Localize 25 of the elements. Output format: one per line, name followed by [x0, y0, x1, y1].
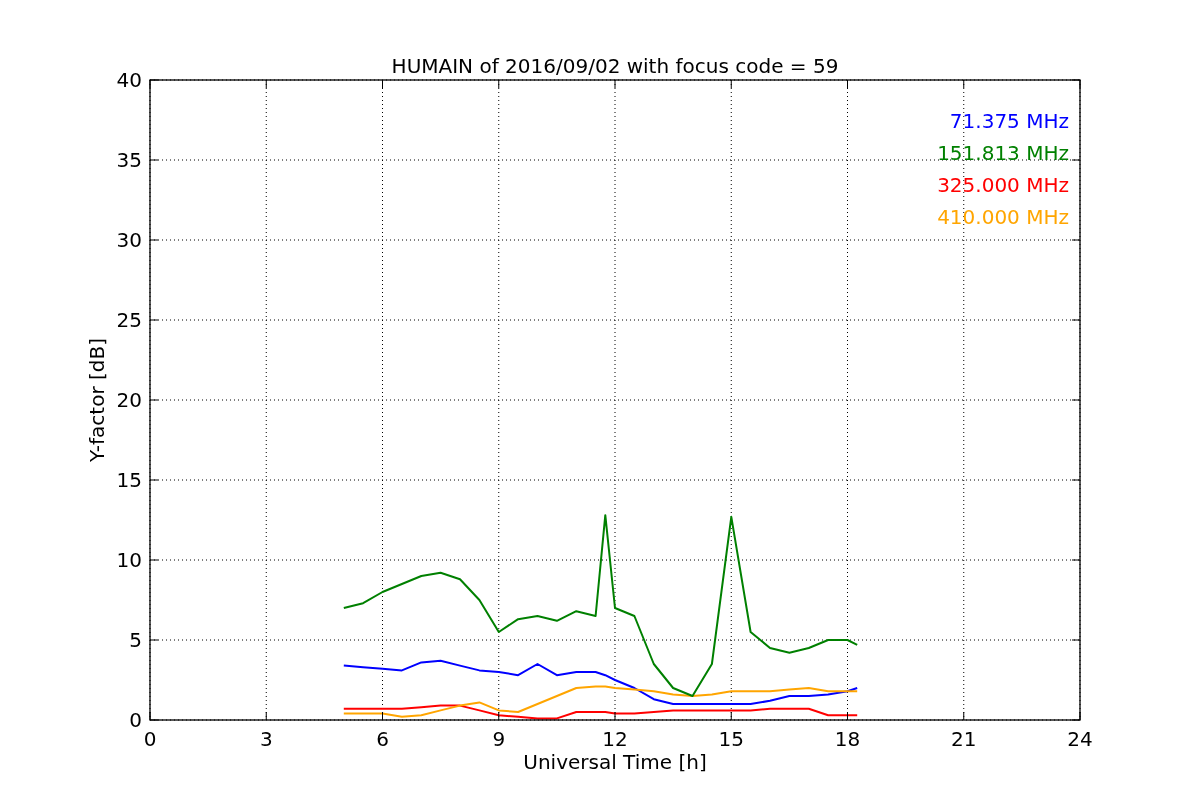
- x-tick-label: 3: [259, 727, 273, 751]
- x-tick-label: 15: [718, 727, 744, 751]
- y-tick-label: 20: [116, 388, 142, 412]
- x-tick-label: 21: [951, 727, 977, 751]
- x-tick-label: 18: [834, 727, 861, 751]
- x-tick-label: 9: [492, 727, 506, 751]
- y-tick-label: 40: [116, 68, 142, 92]
- x-tick-label: 24: [1067, 727, 1093, 751]
- x-tick-label: 0: [143, 727, 157, 751]
- legend-label: 71.375 MHz: [949, 109, 1069, 133]
- y-tick-label: 10: [116, 548, 142, 572]
- legend-label: 151.813 MHz: [937, 141, 1069, 165]
- y-tick-label: 25: [116, 308, 142, 332]
- y-tick-label: 35: [116, 148, 142, 172]
- x-axis-label: Universal Time [h]: [523, 750, 707, 774]
- y-tick-label: 15: [116, 468, 142, 492]
- y-axis-label: Y-factor [dB]: [85, 338, 109, 462]
- y-tick-label: 0: [129, 708, 142, 732]
- y-tick-label: 30: [116, 228, 142, 252]
- chart-title: HUMAIN of 2016/09/02 with focus code = 59: [391, 54, 839, 78]
- y-tick-label: 5: [129, 628, 142, 652]
- legend-label: 325.000 MHz: [937, 173, 1069, 197]
- x-tick-label: 12: [602, 727, 628, 751]
- x-tick-label: 6: [376, 727, 389, 751]
- legend-label: 410.000 MHz: [937, 205, 1069, 229]
